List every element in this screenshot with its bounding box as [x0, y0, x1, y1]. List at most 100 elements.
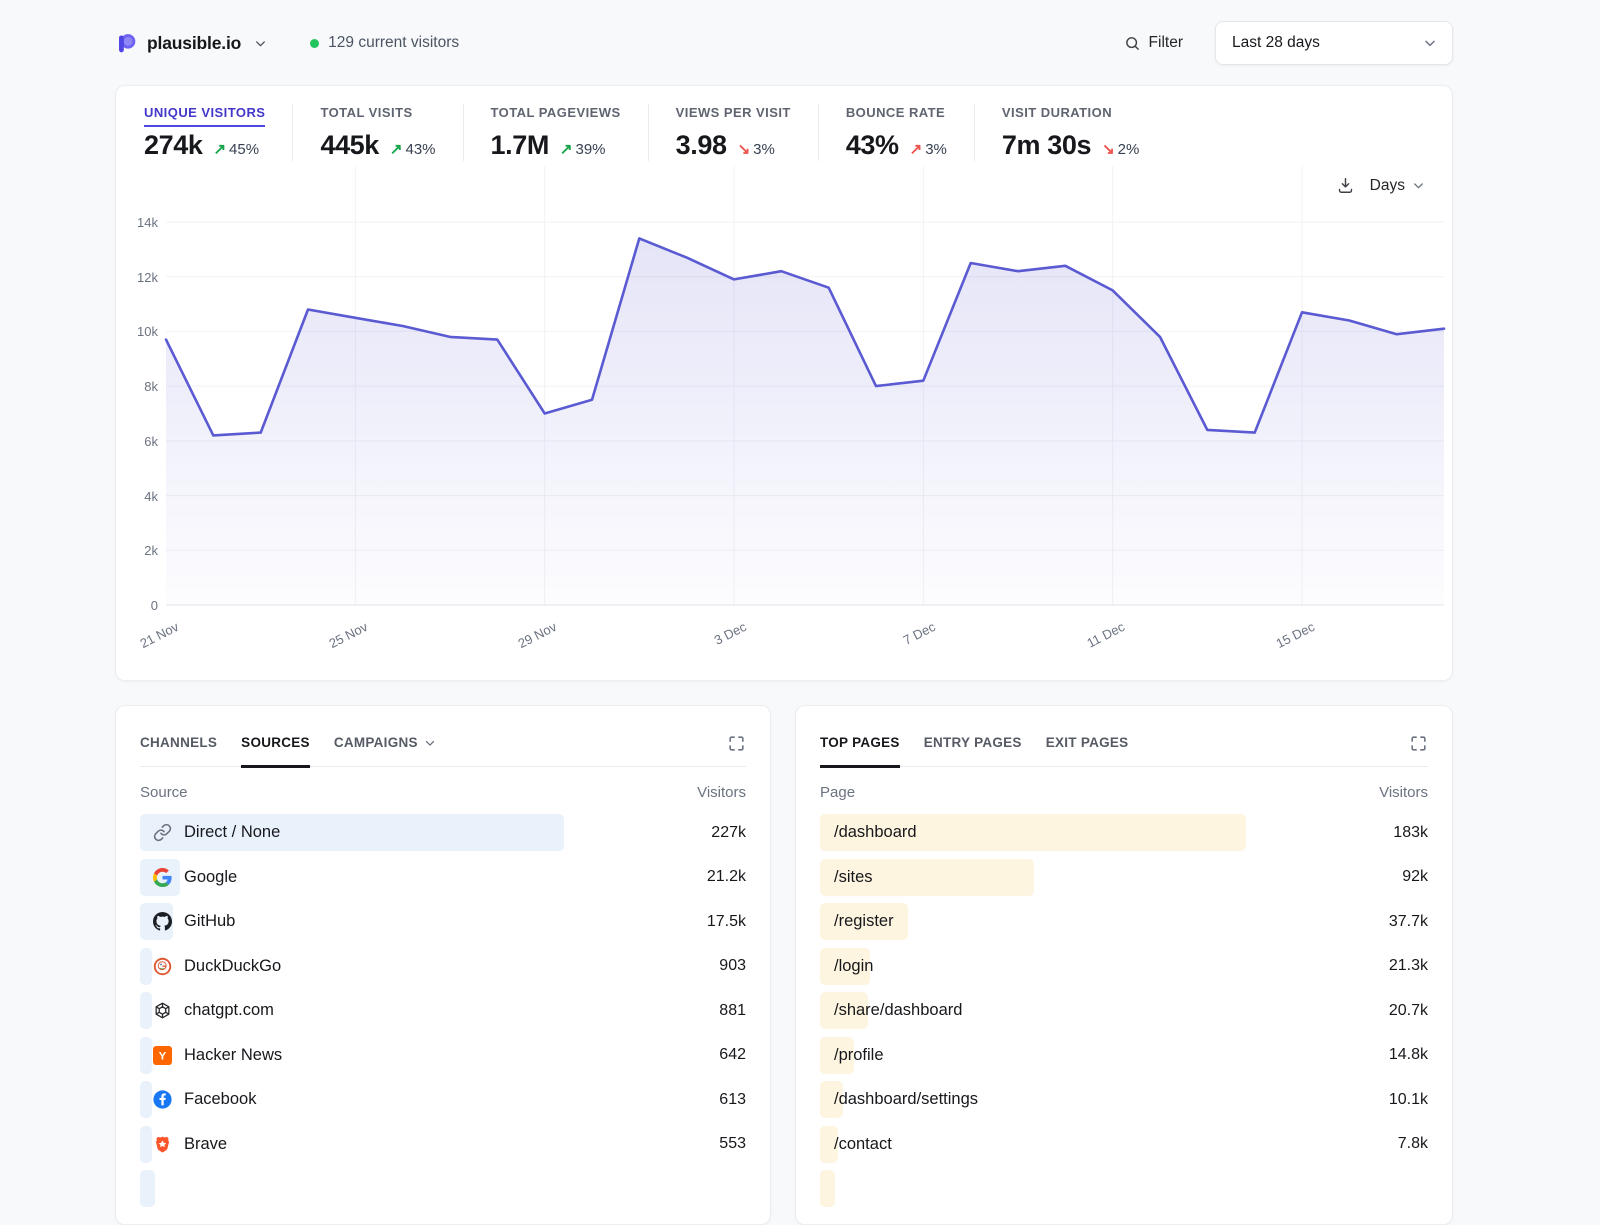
source-row-facebook[interactable]: Facebook613 [140, 1081, 746, 1118]
chart-area-fill [166, 238, 1444, 605]
tab-entry-pages[interactable]: ENTRY PAGES [924, 735, 1022, 768]
source-row-duckduckgo[interactable]: DuckDuckGo903 [140, 948, 746, 985]
search-icon [1124, 35, 1141, 52]
row-label-group: /dashboard/settings [833, 1090, 978, 1109]
expand-icon[interactable] [1409, 734, 1428, 753]
x-axis-label: 11 Dec [1085, 619, 1128, 651]
source-row-brave[interactable]: Brave 553 [140, 1126, 746, 1163]
current-visitors[interactable]: 129 current visitors [310, 34, 459, 52]
tab-label: CAMPAIGNS [334, 735, 418, 750]
source-row-google[interactable]: Google 21.2k [140, 859, 746, 896]
row-label-group: Google [153, 868, 237, 887]
stat-visit-duration[interactable]: VISIT DURATION7m 30s↘2% [974, 104, 1166, 161]
stat-value-row: 1.7M↗39% [491, 130, 621, 161]
chart-plot-area[interactable] [166, 166, 1444, 606]
openai-icon [153, 1001, 172, 1020]
tab-sources[interactable]: SOURCES [241, 735, 310, 768]
page-row-share-dashboard[interactable]: /share/dashboard20.7k [820, 992, 1428, 1029]
x-axis-label: 15 Dec [1273, 619, 1317, 651]
arrow-up-icon: ↗ [213, 140, 226, 158]
facebook-icon [153, 1090, 172, 1109]
stat-value: 3.98 [676, 130, 727, 161]
date-range-picker[interactable]: Last 28 days [1215, 21, 1453, 65]
stat-value-row: 43%↗3% [846, 130, 947, 161]
hackernews-icon: Y [153, 1046, 172, 1065]
stat-total-pageviews[interactable]: TOTAL PAGEVIEWS 1.7M↗39% [463, 104, 648, 161]
stat-unique-visitors[interactable]: UNIQUE VISITORS274k↗45% [144, 104, 292, 161]
site-name: plausible.io [147, 33, 241, 54]
stat-label: TOTAL PAGEVIEWS [491, 105, 621, 127]
row-name: /dashboard/settings [834, 1090, 978, 1109]
stats-row: UNIQUE VISITORS274k↗45%TOTAL VISITS445k↗… [144, 104, 1166, 161]
row-visitors: 613 [719, 1091, 746, 1109]
row-label-group: /register [833, 912, 894, 931]
row-label-group: Brave [153, 1135, 227, 1154]
stat-change-value: 39% [576, 141, 606, 158]
stat-views-per-visit[interactable]: VIEWS PER VISIT3.98↘3% [648, 104, 818, 161]
stat-label: TOTAL VISITS [320, 105, 412, 127]
tab-label: SOURCES [241, 735, 310, 750]
google-icon [153, 868, 172, 887]
tab-channels[interactable]: CHANNELS [140, 735, 217, 768]
page-row-profile[interactable]: /profile14.8k [820, 1037, 1428, 1074]
source-row-direct-none[interactable]: Direct / None227k [140, 814, 746, 851]
stat-value-row: 274k↗45% [144, 130, 265, 161]
tab-top-pages[interactable]: TOP PAGES [820, 735, 900, 768]
row-name: /dashboard [834, 823, 917, 842]
pages-list: /dashboard183k/sites92k/register 37.7k/lo… [820, 814, 1428, 1207]
page-row-register[interactable]: /register 37.7k [820, 903, 1428, 940]
source-row-github[interactable]: GitHub17.5k [140, 903, 746, 940]
row-bar [140, 948, 152, 985]
x-axis-label: 25 Nov [327, 619, 371, 651]
main-graph-card: UNIQUE VISITORS274k↗45%TOTAL VISITS445k↗… [115, 85, 1453, 681]
pages-col-header: Page [820, 784, 855, 801]
stat-change-value: 45% [229, 141, 259, 158]
row-visitors: 21.3k [1389, 957, 1428, 975]
arrow-down-icon: ↘ [738, 140, 751, 158]
source-row-chatgpt-com[interactable]: chatgpt.com881 [140, 992, 746, 1029]
stat-total-visits[interactable]: TOTAL VISITS445k↗43% [292, 104, 462, 161]
stat-value: 43% [846, 130, 899, 161]
y-axis-label: 0 [124, 599, 158, 612]
visitors-chart[interactable]: 02k4k6k8k10k12k14k21 Nov25 Nov29 Nov3 De… [124, 166, 1446, 671]
row-bar [140, 1037, 152, 1074]
expand-icon[interactable] [727, 734, 746, 753]
row-visitors: 642 [719, 1046, 746, 1064]
filter-button[interactable]: Filter [1124, 34, 1183, 52]
row-visitors: 903 [719, 957, 746, 975]
row-name: chatgpt.com [184, 1001, 274, 1020]
page-row-contact[interactable]: /contact7.8k [820, 1126, 1428, 1163]
row-visitors: 21.2k [707, 868, 746, 886]
link-icon [153, 823, 172, 842]
row-visitors: 37.7k [1389, 913, 1428, 931]
page-row-login[interactable]: /login21.3k [820, 948, 1428, 985]
row-name: Brave [184, 1135, 227, 1154]
tab-exit-pages[interactable]: EXIT PAGES [1046, 735, 1129, 768]
site-switcher[interactable]: plausible.io [115, 32, 268, 55]
row-name: /sites [834, 868, 873, 887]
x-axis-label: 21 Nov [137, 619, 181, 651]
row-label-group: /profile [833, 1046, 884, 1065]
sources-panel: CHANNELSSOURCESCAMPAIGNS Source Visitors… [115, 705, 771, 1225]
x-axis-label: 3 Dec [712, 619, 749, 648]
y-axis-label: 8k [124, 380, 158, 393]
page-row-sites[interactable]: /sites92k [820, 859, 1428, 896]
stat-value-row: 3.98↘3% [676, 130, 791, 161]
chevron-down-icon [1422, 35, 1438, 51]
row-visitors: 553 [719, 1135, 746, 1153]
pages-tabs: TOP PAGES ENTRY PAGES EXIT PAGES [820, 734, 1428, 767]
current-visitors-label: 129 current visitors [328, 34, 459, 52]
source-row-hacker-news[interactable]: YHacker News642 [140, 1037, 746, 1074]
sources-list: Direct / None227k Google 21.2k GitHub17.5k D… [140, 814, 746, 1207]
stat-bounce-rate[interactable]: BOUNCE RATE43%↗3% [818, 104, 974, 161]
page-row-dashboard-settings[interactable]: /dashboard/settings10.1k [820, 1081, 1428, 1118]
page-row-dashboard[interactable]: /dashboard183k [820, 814, 1428, 851]
chevron-down-icon [423, 736, 437, 750]
sources-col-header: Source [140, 784, 188, 801]
tab-label: TOP PAGES [820, 735, 900, 750]
row-name: /profile [834, 1046, 884, 1065]
table-row-partial [820, 1170, 1428, 1207]
tab-label: ENTRY PAGES [924, 735, 1022, 750]
stat-change: ↗39% [560, 140, 606, 158]
tab-campaigns[interactable]: CAMPAIGNS [334, 735, 437, 768]
